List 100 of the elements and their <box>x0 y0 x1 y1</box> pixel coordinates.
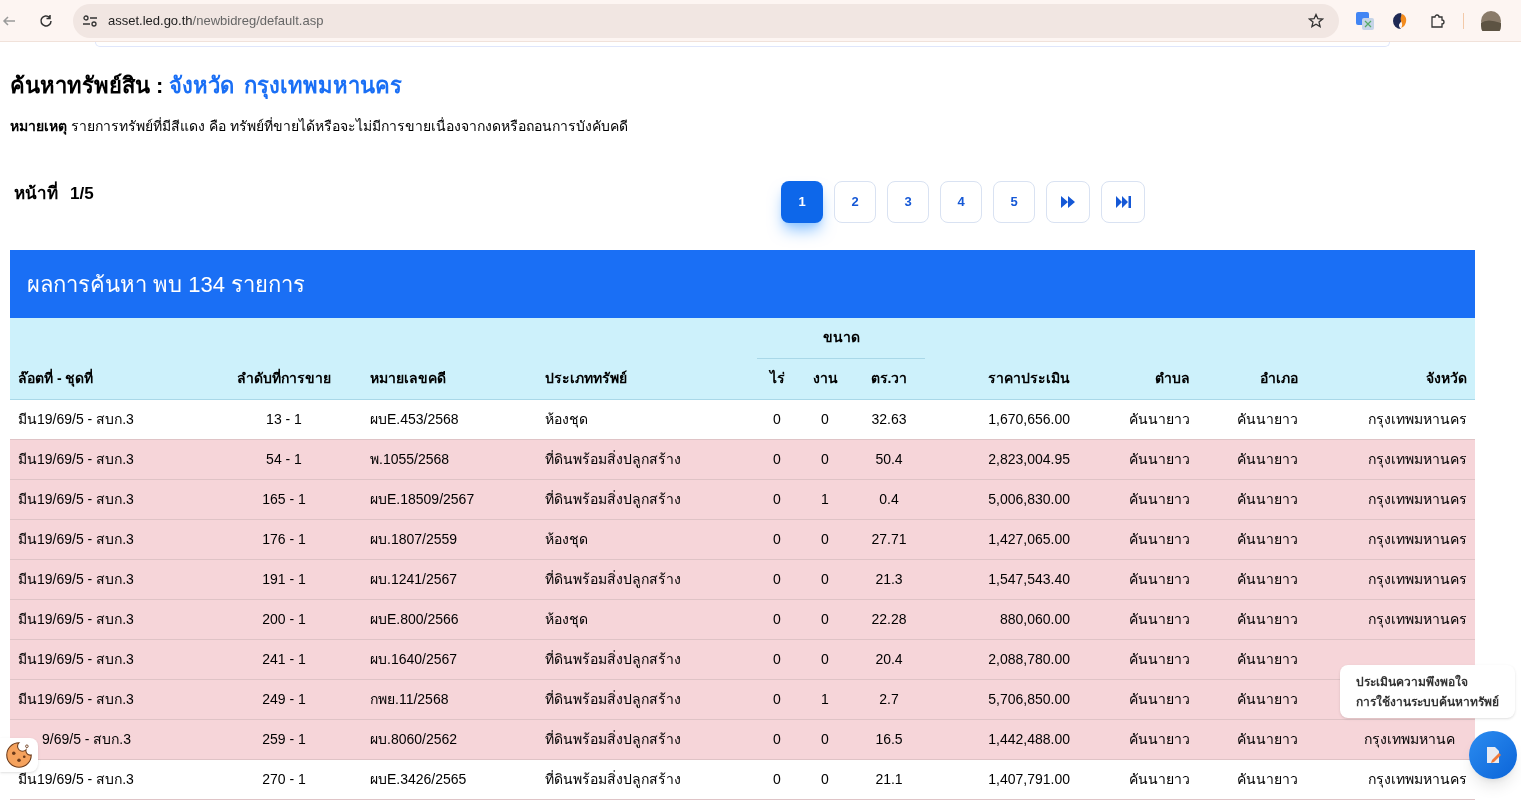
table-cell: กรุงเทพมหานค <box>1364 730 1455 747</box>
page-button[interactable]: 1 <box>781 181 823 223</box>
table-cell: 50.4 <box>875 450 903 467</box>
table-cell: 176 - 1 <box>262 530 306 547</box>
back-icon[interactable] <box>2 13 16 28</box>
table-cell: 0 <box>773 730 781 747</box>
page-button[interactable]: 4 <box>940 181 982 223</box>
table-cell: 270 - 1 <box>262 770 306 787</box>
table-cell: มีน19/69/5 - สบก.3 <box>18 530 134 547</box>
table-cell: ที่ดินพร้อมสิ่งปลูกสร้าง <box>545 490 681 507</box>
table-cell: คันนายาว <box>1237 530 1298 547</box>
table-cell: 21.3 <box>875 570 903 587</box>
table-cell: 9/69/5 - สบก.3 <box>42 730 132 747</box>
table-cell: มีน19/69/5 - สบก.3 <box>18 610 134 627</box>
table-cell: 0 <box>821 410 829 427</box>
table-cell: กรุงเทพมหานคร <box>1368 570 1467 587</box>
table-cell: 249 - 1 <box>262 690 306 707</box>
table-cell: คันนายาว <box>1237 650 1298 667</box>
table-cell: 0 <box>821 610 829 627</box>
translate-icon[interactable] <box>1356 11 1374 30</box>
skip-to-end-icon <box>1115 196 1131 208</box>
column-header: ลำดับที่การขาย <box>237 369 331 386</box>
table-cell: ผบE.3426/2565 <box>370 770 467 787</box>
table-cell: กรุงเทพมหานคร <box>1368 450 1467 467</box>
table-cell: 1,547,543.40 <box>988 570 1070 587</box>
table-cell: ผบ.1241/2567 <box>370 570 458 587</box>
table-cell: คันนายาว <box>1129 570 1190 587</box>
table-cell: 259 - 1 <box>262 730 306 747</box>
table-cell: คันนายาว <box>1237 730 1298 747</box>
table-cell: คันนายาว <box>1129 410 1190 427</box>
table-cell: ที่ดินพร้อมสิ่งปลูกสร้าง <box>545 450 681 467</box>
table-cell: 21.1 <box>875 770 903 787</box>
site-settings-icon[interactable] <box>82 13 98 28</box>
table-cell: 1 <box>821 690 829 707</box>
table-cell: คันนายาว <box>1237 690 1298 707</box>
note-text: หมายเหตุ รายการทรัพย์ที่มีสีแดง คือ ทรัพย์ที่ขายได้หรือจะไม่มีการขายเนื่องจากงดหรือถอนการบังคับคดี <box>10 116 629 137</box>
table-cell: มีน19/69/5 - สบก.3 <box>18 570 134 587</box>
table-cell: 2.7 <box>879 690 899 707</box>
table-cell: กรุงเทพมหานคร <box>1368 770 1467 787</box>
table-cell: 0 <box>773 690 781 707</box>
table-cell: ผบ.1807/2559 <box>370 530 458 547</box>
table-cell: 0 <box>773 650 781 667</box>
table-cell: 0.4 <box>879 490 899 507</box>
table-cell: คันนายาว <box>1129 490 1190 507</box>
table-cell: 0 <box>821 650 829 667</box>
table-cell: 2,823,004.95 <box>988 450 1070 467</box>
table-cell: 1,407,791.00 <box>988 770 1070 787</box>
reload-icon[interactable] <box>39 13 53 28</box>
table-cell: 0 <box>773 490 781 507</box>
page-button[interactable]: 3 <box>887 181 929 223</box>
table-cell: 54 - 1 <box>266 450 302 467</box>
column-header: อำเภอ <box>1260 369 1298 386</box>
table-cell: 1,442,488.00 <box>988 730 1070 747</box>
next-page-button[interactable] <box>1046 181 1090 223</box>
table-cell: มีน19/69/5 - สบก.3 <box>18 410 134 427</box>
table-cell: คันนายาว <box>1129 690 1190 707</box>
table-cell: 13 - 1 <box>266 410 302 427</box>
page-button[interactable]: 2 <box>834 181 876 223</box>
cookie-icon <box>5 741 33 769</box>
table-cell: 16.5 <box>875 730 903 747</box>
table-cell: ห้องชุด <box>545 530 588 547</box>
page-label: หน้าที่ <box>14 181 58 207</box>
last-page-button[interactable] <box>1101 181 1145 223</box>
page-number: 1/5 <box>70 183 94 205</box>
table-cell: ห้องชุด <box>545 610 588 627</box>
page-button[interactable]: 5 <box>993 181 1035 223</box>
table-cell: คันนายาว <box>1129 770 1190 787</box>
table-cell: ผบE.453/2568 <box>370 410 459 427</box>
table-cell: คันนายาว <box>1237 770 1298 787</box>
fast-forward-icon <box>1061 196 1075 208</box>
extension-icon[interactable] <box>1393 12 1409 29</box>
cookie-settings-button[interactable] <box>0 738 38 772</box>
table-cell: ผบ.1640/2567 <box>370 650 458 667</box>
table-cell: 2,088,780.00 <box>988 650 1070 667</box>
table-cell: กรุงเทพมหานคร <box>1368 610 1467 627</box>
address-bar[interactable]: asset.led.go.th/newbidreg/default.asp <box>73 3 1339 38</box>
table-cell: ห้องชุด <box>545 410 588 427</box>
table-cell: ผบE.800/2566 <box>370 610 459 627</box>
puzzle-icon[interactable] <box>1430 12 1446 29</box>
bookmark-star-icon[interactable] <box>1308 12 1324 29</box>
table-cell: 165 - 1 <box>262 490 306 507</box>
column-group-header: ขนาด <box>822 329 860 346</box>
province-name: กรุงเทพมหานคร <box>244 72 403 101</box>
table-cell: กรุงเทพมหานคร <box>1368 490 1467 507</box>
column-header: ประเภททรัพย์ <box>545 369 627 386</box>
table-cell: 0 <box>821 450 829 467</box>
table-cell: มีน19/69/5 - สบก.3 <box>18 770 134 787</box>
table-cell: 0 <box>773 450 781 467</box>
table-cell: 20.4 <box>875 650 903 667</box>
table-cell: 5,006,830.00 <box>988 490 1070 507</box>
table-cell: กรุงเทพมหานคร <box>1368 530 1467 547</box>
feedback-tooltip: ประเมินความพึงพอใจ การใช้งานระบบค้นหาทรัพย์ <box>1340 665 1515 718</box>
column-header: จังหวัด <box>1426 369 1467 386</box>
profile-avatar-icon[interactable] <box>1481 10 1501 31</box>
column-header: ตร.วา <box>870 370 908 386</box>
table-cell: ผบE.18509/2567 <box>370 490 475 507</box>
table-cell: ที่ดินพร้อมสิ่งปลูกสร้าง <box>545 690 681 707</box>
table-cell: 1,427,065.00 <box>988 530 1070 547</box>
table-cell: คันนายาว <box>1129 650 1190 667</box>
feedback-button[interactable] <box>1469 731 1517 779</box>
